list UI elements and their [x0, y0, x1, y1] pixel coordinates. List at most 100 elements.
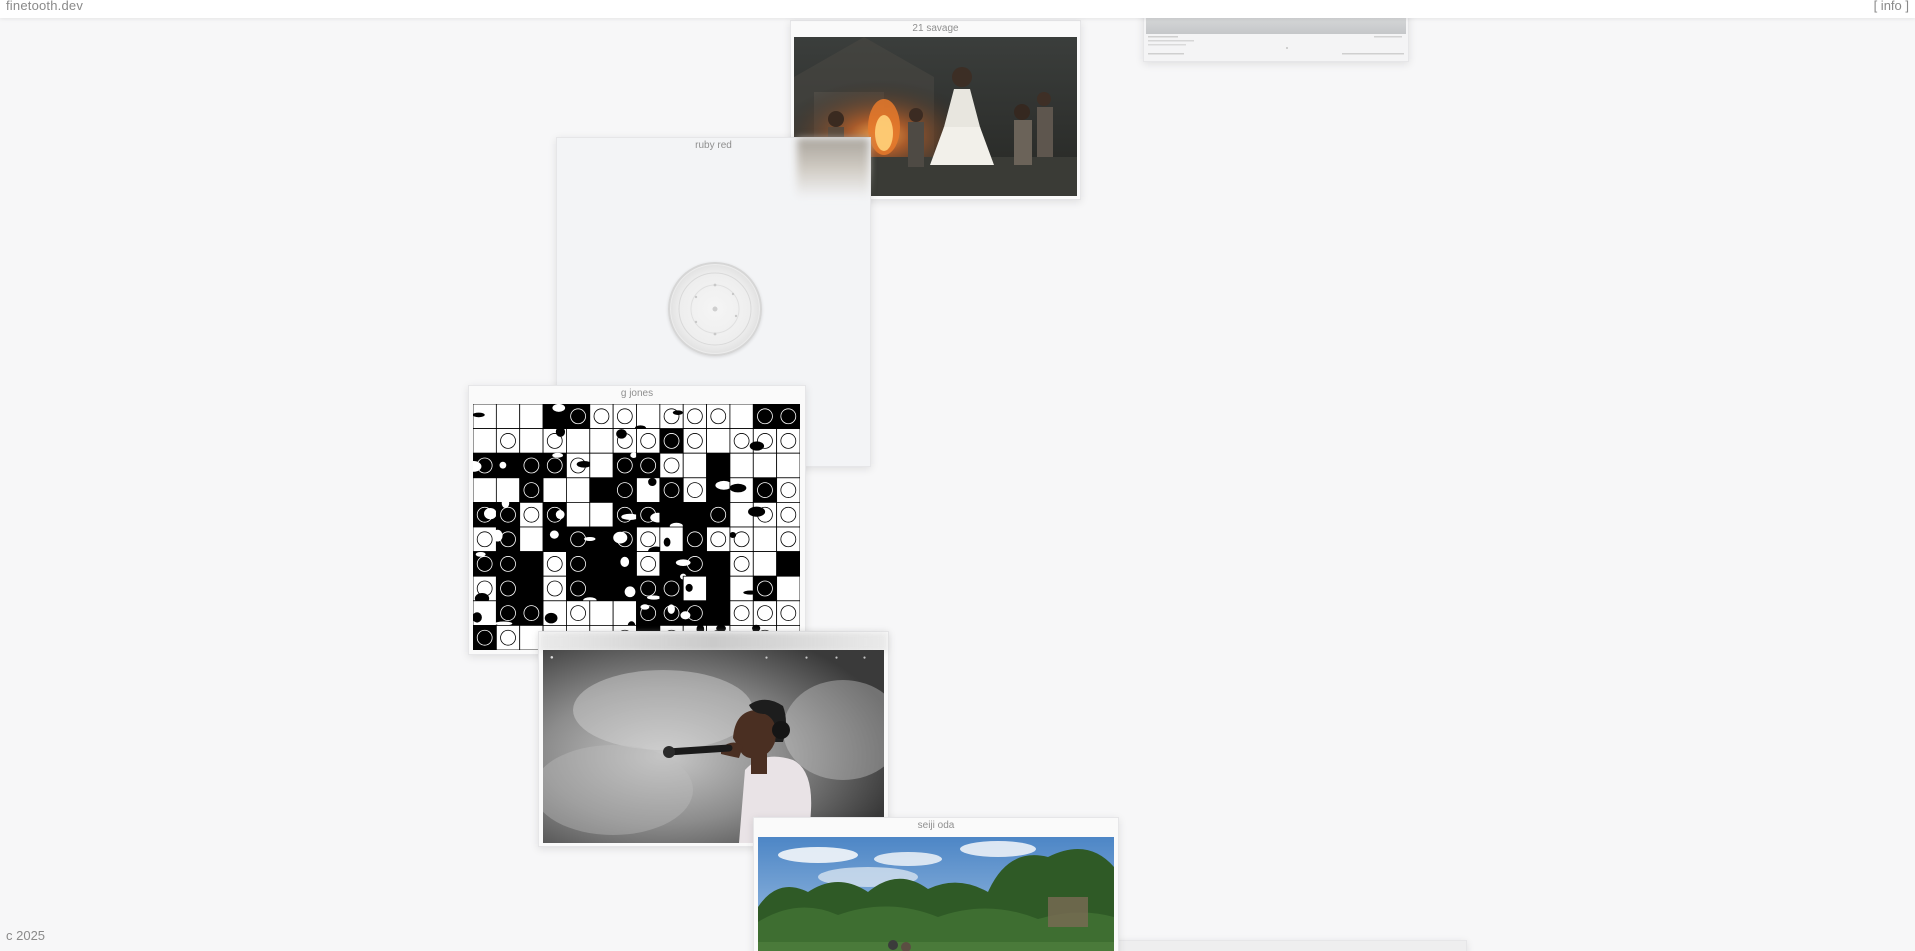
- pattern-cell: [473, 428, 497, 454]
- pattern-cell: [589, 452, 614, 479]
- pattern-leaf: [749, 441, 765, 451]
- pattern-cell: [473, 624, 497, 650]
- pattern-leaf: [473, 412, 485, 418]
- pattern-cell: [519, 404, 544, 430]
- pattern-cell: [706, 575, 731, 602]
- pattern-cell: [566, 404, 591, 430]
- pattern-cell: [495, 624, 521, 650]
- card-title: g jones: [620, 388, 654, 399]
- pattern-cell: [729, 452, 754, 479]
- card-title: seiji oda: [917, 820, 955, 831]
- pattern-cell: [566, 428, 591, 454]
- pattern-leaf: [729, 531, 737, 539]
- pattern-leaf: [576, 460, 592, 468]
- pattern-cell: [729, 551, 754, 577]
- pattern-cell: [519, 428, 544, 454]
- pattern-cell: [636, 551, 661, 577]
- pattern-leaf: [624, 586, 636, 598]
- project-card-bottom-right[interactable]: [1085, 940, 1467, 951]
- copyright-text: c 2025: [6, 928, 46, 943]
- pattern-leaf: [492, 529, 503, 542]
- pattern-cell: [659, 428, 684, 454]
- pattern-leaf: [663, 537, 671, 547]
- pattern-leaf: [613, 531, 628, 544]
- pattern-cell: [659, 526, 684, 553]
- pattern-cell: [612, 404, 637, 430]
- pattern-leaf: [748, 506, 766, 517]
- pattern-cell: [495, 575, 521, 602]
- pattern-cell: [682, 404, 707, 430]
- pattern-cell: [589, 502, 614, 528]
- pattern-cell: [752, 477, 778, 503]
- pattern-cell: [776, 502, 800, 528]
- pattern-leaf: [552, 452, 564, 458]
- pattern-leaf: [544, 612, 558, 624]
- pattern-cell: [495, 404, 521, 430]
- pattern-cell: [589, 600, 614, 626]
- pattern-cell: [752, 575, 778, 602]
- pattern-cell: [473, 477, 497, 503]
- pattern-cell: [682, 502, 707, 528]
- pattern-cell: [566, 477, 591, 503]
- pattern-cell: [752, 526, 778, 553]
- card-image: ● ● ● ● ●: [543, 650, 884, 843]
- pattern-cell: [776, 600, 800, 626]
- pattern-cell: [542, 551, 567, 577]
- pattern-leaf: [620, 556, 630, 568]
- pattern-leaf: [484, 508, 497, 520]
- card-image: [758, 837, 1114, 951]
- pattern-leaf: [672, 410, 684, 415]
- pattern-cell: [519, 551, 544, 577]
- pattern-cell: [636, 428, 661, 454]
- pattern-cell: [776, 551, 800, 577]
- pattern-cell: [566, 575, 591, 602]
- pattern-cell: [776, 428, 800, 454]
- pattern-cell: [682, 477, 707, 503]
- pattern-cell: [566, 551, 591, 577]
- pattern-cell: [682, 428, 707, 454]
- pattern-cell: [566, 502, 591, 528]
- nav-dot: ●: [765, 655, 769, 661]
- pattern-cell: [682, 452, 707, 479]
- project-card-g-jones[interactable]: g jones: [468, 385, 806, 655]
- pattern-cell: [752, 551, 778, 577]
- pattern-cell: [706, 404, 731, 430]
- pattern-cell: [473, 526, 497, 553]
- pattern-cell: [589, 575, 614, 602]
- pattern-cell: [636, 452, 661, 479]
- pattern-cell: [659, 575, 684, 602]
- site-brand-link[interactable]: finetooth.dev: [6, 0, 83, 13]
- pattern-leaf: [552, 404, 566, 412]
- card-image: [473, 404, 800, 650]
- project-card-seiji-oda[interactable]: seiji oda: [753, 817, 1119, 951]
- pattern-cell: [706, 551, 731, 577]
- pattern-leaf: [475, 551, 486, 557]
- pattern-cell: [706, 502, 731, 528]
- pattern-leaf: [494, 621, 513, 626]
- pattern-leaf: [584, 536, 596, 541]
- pattern-cell: [589, 551, 614, 577]
- pattern-cell: [636, 600, 661, 626]
- pattern-cell: [636, 404, 661, 430]
- pattern-cell: [519, 600, 544, 626]
- pattern-leaf: [685, 583, 693, 592]
- pattern-cell: [659, 404, 684, 430]
- project-card-singer[interactable]: ● ● ● ● ●: [538, 631, 889, 847]
- pattern-cell: [752, 452, 778, 479]
- pattern-cell: [776, 452, 800, 479]
- pattern-cell: [729, 526, 754, 553]
- card-title: 21 savage: [912, 23, 959, 34]
- pattern-leaf: [555, 510, 565, 520]
- pattern-leaf: [501, 498, 510, 509]
- pattern-leaf: [555, 426, 566, 437]
- pattern-cell: [566, 600, 591, 626]
- pattern-leaf: [680, 611, 691, 620]
- pattern-cell: [706, 428, 731, 454]
- pattern-cell: [776, 404, 800, 430]
- pattern-cell: [589, 477, 614, 503]
- pattern-cell: [682, 526, 707, 553]
- info-link[interactable]: [ info ]: [1874, 0, 1909, 13]
- pattern-cell: [729, 575, 754, 602]
- pattern-leaf: [549, 530, 559, 539]
- pattern-cell: [519, 452, 544, 479]
